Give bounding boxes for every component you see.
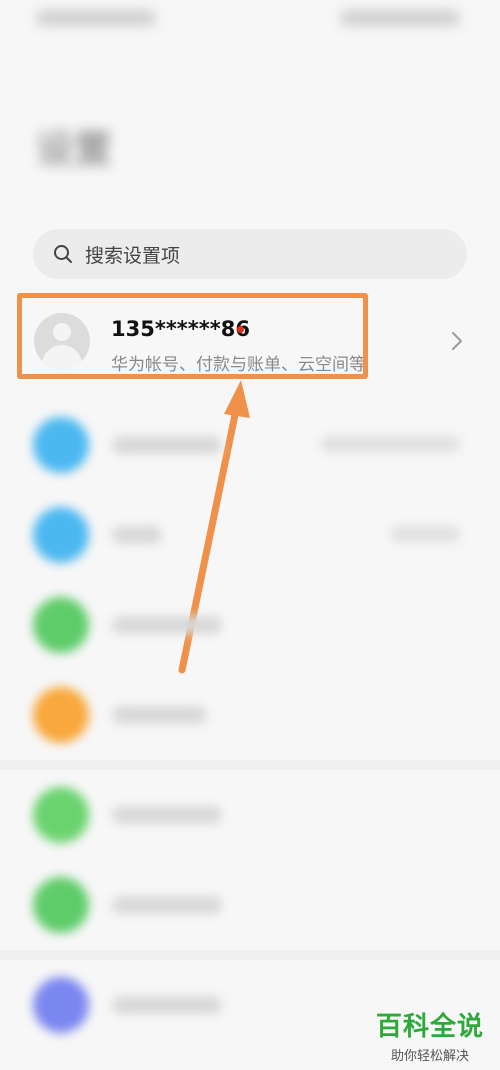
settings-item[interactable] (0, 770, 500, 860)
watermark-subtitle: 助你轻松解决 (390, 1049, 469, 1064)
settings-list (0, 400, 500, 1050)
settings-item[interactable] (0, 670, 500, 760)
settings-item-label (112, 436, 222, 454)
settings-item-label (112, 996, 222, 1014)
settings-item-icon (33, 787, 89, 843)
settings-item-icon (33, 877, 89, 933)
settings-item-icon (33, 687, 89, 743)
settings-item-icon (33, 977, 89, 1033)
settings-item-icon (33, 417, 89, 473)
group-divider (0, 760, 500, 770)
settings-item[interactable] (0, 400, 500, 490)
watermark-title: 百科全说 (375, 1012, 484, 1042)
settings-item[interactable] (0, 860, 500, 950)
watermark-logo: 百科全说 助你轻松解决 (366, 1006, 494, 1064)
settings-item-label (112, 616, 222, 634)
settings-item-label (112, 806, 222, 824)
settings-item-label (112, 706, 207, 724)
settings-item-icon (33, 597, 89, 653)
settings-item-value (320, 436, 460, 452)
settings-item-label (112, 896, 222, 914)
settings-item-icon (33, 507, 89, 563)
group-divider (0, 950, 500, 960)
settings-item[interactable] (0, 580, 500, 670)
settings-item[interactable] (0, 490, 500, 580)
settings-item-label (112, 526, 162, 544)
settings-item-value (390, 526, 460, 542)
